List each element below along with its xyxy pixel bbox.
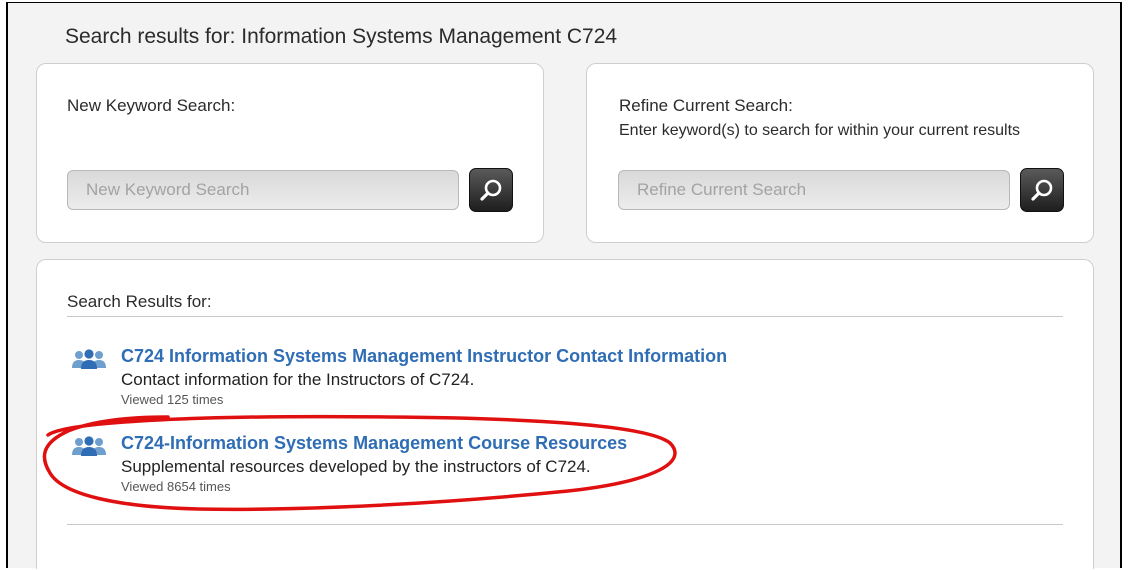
new-search-button[interactable] <box>469 168 513 212</box>
new-keyword-search-panel: New Keyword Search: <box>36 63 544 243</box>
result-description: Contact information for the Instructors … <box>121 370 475 389</box>
page-frame: Search results for: Information Systems … <box>6 2 1122 569</box>
refine-search-panel: Refine Current Search: Enter keyword(s) … <box>586 63 1094 243</box>
refine-search-heading: Refine Current Search: <box>619 96 793 115</box>
result-view-count: Viewed 125 times <box>121 392 224 407</box>
page-title: Search results for: Information Systems … <box>65 25 618 48</box>
results-divider-top <box>67 316 1063 317</box>
group-icon <box>72 349 106 369</box>
search-results-panel: Search Results for: C724 Information Sys… <box>36 259 1094 569</box>
result-view-count: Viewed 8654 times <box>121 479 231 494</box>
search-icon <box>1031 179 1053 201</box>
results-heading: Search Results for: <box>67 292 212 311</box>
refine-search-input[interactable] <box>618 170 1010 210</box>
results-divider-bottom <box>67 524 1063 525</box>
result-description: Supplemental resources developed by the … <box>121 457 591 476</box>
result-title-link[interactable]: C724-Information Systems Management Cour… <box>121 433 627 454</box>
new-keyword-search-input[interactable] <box>67 170 459 210</box>
refine-search-description: Enter keyword(s) to search for within yo… <box>619 122 1021 139</box>
result-title-link[interactable]: C724 Information Systems Management Inst… <box>121 346 727 367</box>
search-icon <box>480 179 502 201</box>
group-icon <box>72 436 106 456</box>
new-search-heading: New Keyword Search: <box>67 96 236 115</box>
refine-search-button[interactable] <box>1020 168 1064 212</box>
